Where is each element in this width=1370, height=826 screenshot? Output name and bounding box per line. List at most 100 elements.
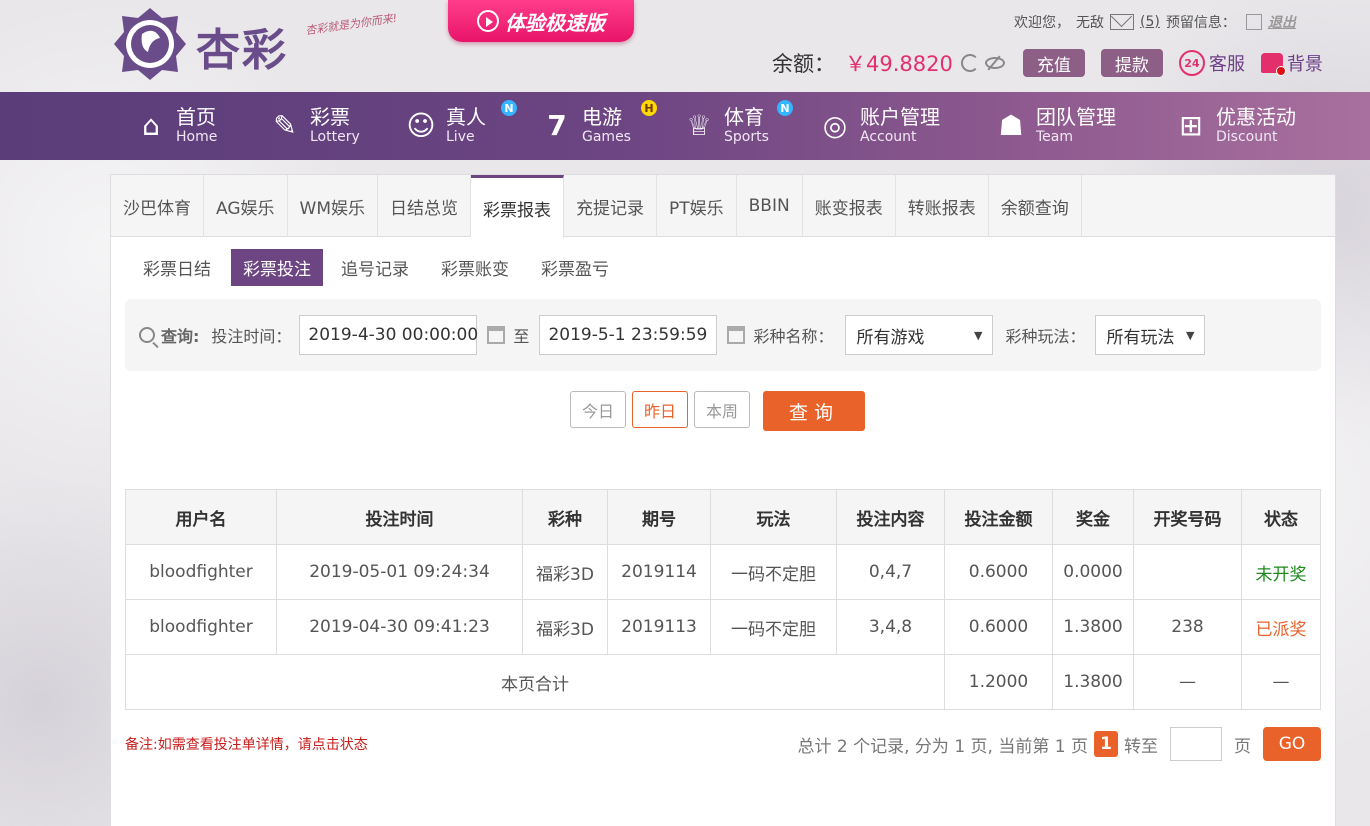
subtab-chase-records[interactable]: 追号记录 <box>329 249 421 286</box>
tab-balance-query[interactable]: 余额查询 <box>989 175 1082 237</box>
nav-discount[interactable]: ⊞ 优惠活动 Discount <box>1174 92 1296 160</box>
cell-content: 3,4,8 <box>836 599 945 655</box>
calendar-icon[interactable] <box>487 326 506 344</box>
slogan: 杏彩就是为你而来! <box>304 11 398 38</box>
page-jump-input[interactable] <box>1170 727 1222 761</box>
search-button[interactable]: 查询 <box>763 391 865 431</box>
status-link[interactable]: 未开奖 <box>1241 544 1321 600</box>
customer-service-link[interactable]: 24 客服 <box>1178 50 1245 76</box>
tab-daily-overview[interactable]: 日结总览 <box>378 175 471 237</box>
subtab-lottery-profit-loss[interactable]: 彩票盈亏 <box>529 249 621 286</box>
remark-note: 备注:如需查看投注单详情，请点击状态 <box>125 737 368 753</box>
end-time-input[interactable]: 2019-5-1 23:59:59 <box>539 315 718 355</box>
nav-sublabel: Account <box>860 129 917 145</box>
col-content: 投注内容 <box>836 489 945 545</box>
tab-transfer-report[interactable]: 转账报表 <box>896 175 989 237</box>
play-type-label: 彩种玩法： <box>1005 327 1086 346</box>
bets-table: 用户名 投注时间 彩种 期号 玩法 投注内容 投注金额 奖金 开奖号码 状态 b… <box>125 489 1321 710</box>
nav-label: 电游 <box>582 105 622 129</box>
cell-issue: 2019113 <box>607 599 711 655</box>
cell-amount: 0.6000 <box>944 599 1053 655</box>
nav-label: 真人 <box>446 105 486 129</box>
tab-saba-sports[interactable]: 沙巴体育 <box>111 175 204 237</box>
logo-emblem-icon[interactable] <box>110 4 190 84</box>
current-page[interactable]: 1 <box>1094 731 1118 757</box>
cell-bet-time: 2019-04-30 09:41:23 <box>276 599 523 655</box>
pager-summary: 总计 2 个记录, 分为 1 页, 当前第 1 页 <box>797 736 1089 757</box>
col-bet-time: 投注时间 <box>276 489 523 545</box>
nav-sublabel: Discount <box>1216 129 1278 145</box>
cell-play: 一码不定胆 <box>710 599 837 655</box>
tab-account-change[interactable]: 账变报表 <box>803 175 896 237</box>
table-row: bloodfighter 2019-04-30 09:41:23 福彩3D 20… <box>125 599 1321 655</box>
team-icon: ☗ <box>998 109 1024 142</box>
tab-deposit-withdraw[interactable]: 充提记录 <box>564 175 657 237</box>
ticket-icon: ✎ <box>273 109 297 142</box>
gift-icon: ⊞ <box>1179 109 1203 142</box>
edit-icon[interactable] <box>1245 14 1262 30</box>
page-total-label: 本页合计 <box>125 654 945 710</box>
nav-home[interactable]: ⌂ 首页 Home <box>134 92 217 160</box>
page-unit-label: 页 <box>1234 736 1251 757</box>
search-icon <box>139 327 155 343</box>
yesterday-button[interactable]: 昨日 <box>632 391 688 428</box>
nav-sports[interactable]: ♕ 体育 Sports N <box>682 92 793 160</box>
nav-live[interactable]: ☺ 真人 Live N <box>404 92 517 160</box>
nav-team[interactable]: ☗ 团队管理 Team <box>994 92 1116 160</box>
to-label: 至 <box>513 327 530 346</box>
query-label: 查询: <box>161 327 200 346</box>
play-type-select[interactable]: 所有玩法 ▼ <box>1095 315 1206 355</box>
subtab-lottery-account-change[interactable]: 彩票账变 <box>429 249 521 286</box>
withdraw-button[interactable]: 提款 <box>1100 49 1163 77</box>
nav-lottery[interactable]: ✎ 彩票 Lottery <box>268 92 360 160</box>
today-button[interactable]: 今日 <box>570 391 626 428</box>
nav-label: 体育 <box>724 105 764 129</box>
brand-name: 杏彩 <box>196 25 288 76</box>
header: 杏彩 杏彩就是为你而来! 体验极速版 欢迎您， 无敌 (5) 预留信息： 退出 … <box>0 0 1370 92</box>
cell-lottery: 福彩3D <box>522 544 608 600</box>
tab-bbin[interactable]: BBIN <box>737 175 803 237</box>
tab-ag[interactable]: AG娱乐 <box>204 175 288 237</box>
nav-sublabel: Lottery <box>310 129 360 145</box>
logout-link[interactable]: 退出 <box>1268 12 1296 32</box>
mail-icon[interactable] <box>1110 14 1134 30</box>
refresh-icon[interactable] <box>960 54 979 72</box>
dealer-icon: ☺ <box>406 109 436 142</box>
table-total-row: 本页合计 1.2000 1.3800 — — <box>125 654 1321 710</box>
hide-balance-icon[interactable] <box>984 57 1005 69</box>
tab-lottery-report[interactable]: 彩票报表 <box>471 175 564 238</box>
nav-games[interactable]: 7 电游 Games H <box>540 92 657 160</box>
col-status: 状态 <box>1241 489 1321 545</box>
background-label: 背景 <box>1286 54 1323 75</box>
status-link[interactable]: 已派奖 <box>1241 599 1321 655</box>
go-button[interactable]: GO <box>1263 727 1321 761</box>
mail-count[interactable]: (5) <box>1140 14 1160 30</box>
nav-sublabel: Games <box>582 129 631 145</box>
promo-label: 体验极速版 <box>505 10 605 35</box>
this-week-button[interactable]: 本周 <box>694 391 750 428</box>
balance-label: 余额： <box>772 52 835 76</box>
welcome-bar: 欢迎您， 无敌 (5) 预留信息： 退出 <box>1014 12 1296 32</box>
subtab-lottery-bets[interactable]: 彩票投注 <box>231 249 323 286</box>
deposit-button[interactable]: 充值 <box>1022 49 1085 77</box>
nav-label: 团队管理 <box>1036 105 1116 129</box>
tab-pt[interactable]: PT娱乐 <box>657 175 737 237</box>
coin-icon: ◎ <box>822 109 848 142</box>
background-link[interactable]: 背景 <box>1260 50 1323 76</box>
nav-label: 账户管理 <box>860 105 940 129</box>
play-type-select-value: 所有玩法 <box>1106 327 1175 348</box>
lottery-select-value: 所有游戏 <box>856 327 925 348</box>
calendar-icon[interactable] <box>727 326 746 344</box>
username: 无敌 <box>1076 15 1104 31</box>
reserved-info-label: 预留信息： <box>1165 15 1236 31</box>
subtab-lottery-daily[interactable]: 彩票日结 <box>131 249 223 286</box>
start-time-input[interactable]: 2019-4-30 00:00:00 <box>299 315 478 355</box>
new-badge: N <box>777 100 793 116</box>
lottery-select[interactable]: 所有游戏 ▼ <box>845 315 994 355</box>
col-play: 玩法 <box>710 489 837 545</box>
nav-account[interactable]: ◎ 账户管理 Account <box>818 92 940 160</box>
tab-wm[interactable]: WM娱乐 <box>288 175 378 237</box>
report-tabs: 沙巴体育 AG娱乐 WM娱乐 日结总览 彩票报表 充提记录 PT娱乐 BBIN … <box>111 175 1335 238</box>
promo-speed-version-button[interactable]: 体验极速版 <box>448 0 634 42</box>
goto-label: 转至 <box>1124 736 1158 757</box>
